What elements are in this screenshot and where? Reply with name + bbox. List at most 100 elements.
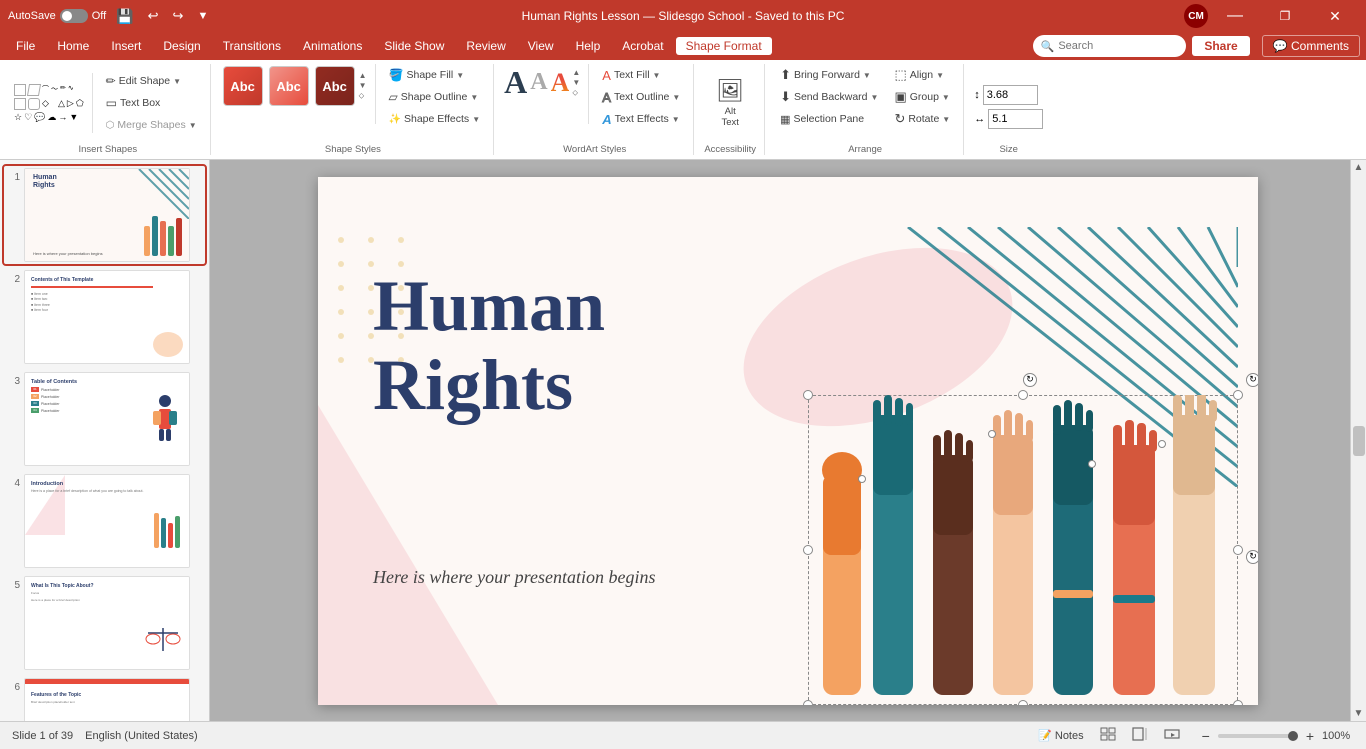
height-input[interactable]	[983, 85, 1038, 105]
shape-pent[interactable]: ⬠	[76, 98, 84, 110]
shape-freeform[interactable]: ✏	[60, 84, 66, 96]
slide-thumb-5[interactable]: 5 What Is This Topic About? Focus Here i…	[4, 574, 205, 672]
shape-effects-button[interactable]: ✨ Shape Effects ▼	[384, 108, 486, 130]
sub-handle-2[interactable]	[988, 430, 996, 438]
shape-swatch-2[interactable]: Abc	[269, 66, 309, 106]
zoom-out-button[interactable]: −	[1198, 726, 1214, 746]
wordart-a-plain[interactable]: A	[504, 64, 527, 101]
text-box-button[interactable]: ▭ Text Box	[101, 92, 202, 114]
wordart-a-outline[interactable]: A	[530, 69, 547, 96]
slide-view-button[interactable]	[1096, 725, 1120, 746]
shape-diamond[interactable]: ◇	[42, 98, 56, 110]
autosave-toggle[interactable]	[60, 9, 88, 23]
search-input[interactable]	[1058, 40, 1178, 52]
bring-forward-button[interactable]: ⬆ Bring Forward ▼	[775, 64, 883, 86]
minimize-button[interactable]: —	[1212, 0, 1258, 32]
slide-thumb-3[interactable]: 3 Table of Contents 01Placeholder 02Plac…	[4, 370, 205, 468]
merge-shapes-button[interactable]: ⬡ Merge Shapes ▼	[101, 114, 202, 136]
shape-fill-button[interactable]: 🪣 Shape Fill ▼	[384, 64, 486, 86]
zoom-thumb[interactable]	[1288, 731, 1298, 741]
slide-thumb-6[interactable]: 6 Features of the Topic Brief descriptio…	[4, 676, 205, 721]
menu-file[interactable]: File	[6, 37, 45, 55]
text-effects-button[interactable]: A Text Effects ▼	[597, 108, 685, 130]
shape-star[interactable]: ☆	[14, 112, 22, 123]
menu-review[interactable]: Review	[456, 37, 515, 55]
menu-transitions[interactable]: Transitions	[213, 37, 291, 55]
comments-button[interactable]: 💬 Comments	[1262, 35, 1360, 57]
zoom-slider[interactable]	[1218, 734, 1298, 738]
shape-heart[interactable]: ♡	[24, 112, 32, 123]
rotate-handle-tr[interactable]: ↻	[1246, 373, 1258, 387]
swatch-down[interactable]: ▼	[359, 81, 367, 90]
swatch-more[interactable]: ⬦	[359, 91, 367, 101]
text-fill-button[interactable]: A Text Fill ▼	[597, 64, 685, 86]
shape-more[interactable]: ▼	[69, 112, 78, 123]
slide-main-title[interactable]: Human Rights	[373, 267, 605, 425]
menu-design[interactable]: Design	[153, 37, 210, 55]
sub-handle-3[interactable]	[1088, 460, 1096, 468]
zoom-in-button[interactable]: +	[1302, 726, 1318, 746]
slide-thumb-4[interactable]: 4 Introduction Here is a place for a bri…	[4, 472, 205, 570]
menu-acrobat[interactable]: Acrobat	[612, 37, 673, 55]
align-button[interactable]: ⬚ Align ▼	[889, 64, 955, 86]
shape-swatch-3[interactable]: Abc	[315, 66, 355, 106]
notes-button[interactable]: 📝 Notes	[1034, 727, 1088, 744]
width-input[interactable]	[988, 109, 1043, 129]
shape-line[interactable]	[14, 84, 26, 96]
close-button[interactable]: ✕	[1312, 0, 1358, 32]
slide-subtitle[interactable]: Here is where your presentation begins	[373, 567, 655, 588]
shape-rtri[interactable]: ▷	[67, 98, 74, 110]
wordart-a-gradient[interactable]: A	[551, 68, 570, 98]
alt-text-button[interactable]: 🖼 AltText	[710, 77, 750, 129]
wordart-up[interactable]: ▲	[572, 68, 580, 77]
menu-slideshow[interactable]: Slide Show	[374, 37, 454, 55]
shape-cloud[interactable]: ☁	[47, 112, 56, 123]
shape-zigzag[interactable]: 〜	[51, 84, 58, 96]
search-box[interactable]: 🔍	[1033, 35, 1187, 57]
shape-rect-round[interactable]	[28, 98, 40, 110]
hands-illustration-container[interactable]: ↻ ↻ ↻	[808, 395, 1238, 705]
shape-arrow[interactable]	[27, 84, 41, 96]
menu-home[interactable]: Home	[47, 37, 99, 55]
normal-view-button[interactable]	[1128, 725, 1152, 746]
reading-view-button[interactable]	[1160, 725, 1184, 746]
menu-shape-format[interactable]: Shape Format	[676, 37, 772, 55]
user-avatar[interactable]: CM	[1184, 4, 1208, 28]
wordart-more[interactable]: ⬦	[572, 88, 580, 98]
shape-scribble[interactable]: ∿	[68, 84, 74, 96]
shape-tri[interactable]: △	[58, 98, 65, 110]
edit-shape-button[interactable]: ✏ Edit Shape ▼	[101, 70, 202, 92]
slide-thumb-2[interactable]: 2 Contents of This Template ■ Item one■ …	[4, 268, 205, 366]
customize-button[interactable]: ▼	[193, 8, 212, 24]
share-button[interactable]: Share	[1192, 36, 1249, 56]
save-button[interactable]: 💾	[112, 6, 137, 27]
rotate-button[interactable]: ↻ Rotate ▼	[889, 108, 955, 130]
group-button[interactable]: ▣ Group ▼	[889, 86, 955, 108]
slide-canvas[interactable]: Human Rights Here is where your presenta…	[318, 177, 1258, 705]
text-outline-button[interactable]: A Text Outline ▼	[597, 86, 685, 108]
right-scrollbar[interactable]: ▲ ▼	[1350, 160, 1366, 721]
redo-button[interactable]: ↪	[169, 6, 188, 26]
restore-button[interactable]: ❐	[1262, 0, 1308, 32]
menu-insert[interactable]: Insert	[101, 37, 151, 55]
shape-curve[interactable]: ⌒	[42, 84, 49, 96]
undo-button[interactable]: ↩	[144, 6, 163, 26]
scroll-up[interactable]: ▲	[1354, 162, 1364, 173]
send-backward-button[interactable]: ⬇ Send Backward ▼	[775, 86, 883, 108]
sub-handle-1[interactable]	[858, 475, 866, 483]
selection-pane-button[interactable]: ▦ Selection Pane	[775, 108, 883, 130]
shape-arrow-right[interactable]: →	[58, 112, 67, 123]
shape-swatch-1[interactable]: Abc	[223, 66, 263, 106]
shape-speech[interactable]: 💬	[34, 112, 45, 123]
menu-animations[interactable]: Animations	[293, 37, 372, 55]
rotate-handle-mr[interactable]: ↻	[1246, 550, 1258, 564]
slide-thumb-1[interactable]: 1 HumanRigh	[4, 166, 205, 264]
wordart-down[interactable]: ▼	[572, 78, 580, 87]
rotate-handle-tc[interactable]: ↻	[1023, 373, 1037, 387]
menu-help[interactable]: Help	[566, 37, 611, 55]
shape-rect[interactable]	[14, 98, 26, 110]
scroll-down[interactable]: ▼	[1354, 708, 1364, 719]
menu-view[interactable]: View	[518, 37, 564, 55]
swatch-up[interactable]: ▲	[359, 71, 367, 80]
shape-outline-button[interactable]: ▱ Shape Outline ▼	[384, 86, 486, 108]
